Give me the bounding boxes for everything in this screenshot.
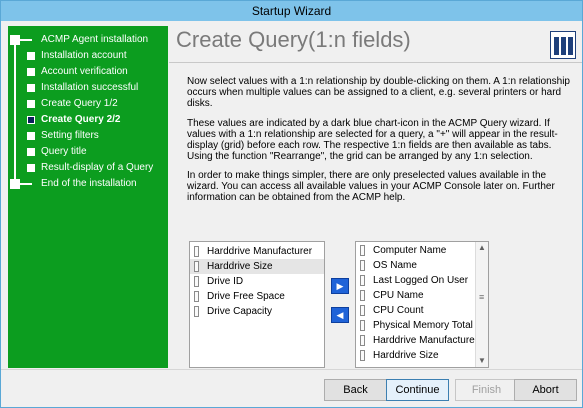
list-item[interactable]: Harddrive Size [356,348,488,363]
selected-fields-list[interactable]: Harddrive Manufacturer Harddrive Size Dr… [189,241,325,368]
step-acmp-agent-installation: ACMP Agent installation [8,32,168,48]
field-icon [194,246,199,257]
intro-paragraph: Now select values with a 1:n relationshi… [187,76,570,109]
header-divider [169,62,582,63]
step-label: Query title [41,146,87,157]
field-icon [360,305,365,316]
field-icon [194,306,199,317]
step-node-icon [27,148,35,156]
available-fields-list[interactable]: Computer Name OS Name Last Logged On Use… [355,241,489,368]
step-create-query-2: Create Query 2/2 [8,112,168,128]
step-label: Create Query 1/2 [41,98,118,109]
step-setting-filters: Setting filters [8,128,168,144]
step-installation-account: Installation account [8,48,168,64]
footer-divider [1,369,582,370]
remove-field-button[interactable]: ◀ [331,307,349,323]
wizard-steps-sidebar: ACMP Agent installation Installation acc… [8,26,168,368]
scroll-down-icon[interactable]: ▼ [476,355,488,367]
scroll-up-icon[interactable]: ▲ [476,242,488,254]
window-title: Startup Wizard [1,1,582,21]
step-label: ACMP Agent installation [41,34,149,45]
simplification-paragraph: In order to make things simpler, there a… [187,170,555,203]
list-item[interactable]: OS Name [356,258,488,273]
finish-button[interactable]: Finish [455,379,518,401]
step-account-verification: Account verification [8,64,168,80]
step-query-title: Query title [8,144,168,160]
step-node-icon [27,132,35,140]
field-icon [360,290,365,301]
step-label: Setting filters [41,130,99,141]
step-result-display: Result-display of a Query [8,160,168,176]
list-item[interactable]: CPU Name [356,288,488,303]
step-node-icon [27,68,35,76]
list-item[interactable]: Harddrive Manufacturer [190,244,324,259]
field-icon [194,276,199,287]
step-label: Installation successful [41,82,139,93]
field-icon [360,350,365,361]
list-item-selected[interactable]: Harddrive Size [190,259,324,274]
current-step-node-icon [27,116,35,124]
wizard-content: Create Query(1:n fields) Now select valu… [169,22,582,369]
wizard-window: Startup Wizard ACMP Agent installation I… [0,0,583,408]
step-label: Create Query 2/2 [41,114,121,125]
back-button[interactable]: Back [324,379,387,401]
arrow-left-icon: ◀ [336,310,344,320]
step-node-icon [10,35,20,45]
chart-icon-paragraph: These values are indicated by a dark blu… [187,118,558,162]
field-icon [360,275,365,286]
arrow-right-icon: ▶ [336,281,344,291]
step-create-query-1: Create Query 1/2 [8,96,168,112]
step-node-icon [27,84,35,92]
field-icon [360,335,365,346]
continue-button[interactable]: Continue [386,379,449,401]
step-installation-successful: Installation successful [8,80,168,96]
abort-button[interactable]: Abort [514,379,577,401]
step-label: Account verification [41,66,128,77]
list-item[interactable]: CPU Count [356,303,488,318]
scroll-grip-icon[interactable]: ≡ [479,293,485,302]
field-icon [194,261,199,272]
step-node-icon [27,52,35,60]
list-item[interactable]: Drive Capacity [190,304,324,319]
step-node-icon [27,100,35,108]
list-item[interactable]: Physical Memory Total [356,318,488,333]
step-node-icon [10,179,20,189]
step-node-icon [27,164,35,172]
available-fields-scrollbar[interactable]: ▲ ≡ ▼ [475,242,488,367]
list-item[interactable]: Last Logged On User [356,273,488,288]
list-item[interactable]: Drive Free Space [190,289,324,304]
list-item[interactable]: Harddrive Manufacturer [356,333,488,348]
field-icon [194,291,199,302]
step-label: Result-display of a Query [41,162,154,173]
step-label: Installation account [41,50,127,61]
field-icon [360,320,365,331]
field-icon [360,245,365,256]
add-field-button[interactable]: ▶ [331,278,349,294]
chart-icon [550,31,576,59]
step-end-of-installation: End of the installation [8,176,168,192]
field-icon [360,260,365,271]
step-label: End of the installation [41,178,137,189]
page-title: Create Query(1:n fields) [176,27,411,52]
list-item[interactable]: Drive ID [190,274,324,289]
list-item[interactable]: Computer Name [356,243,488,258]
